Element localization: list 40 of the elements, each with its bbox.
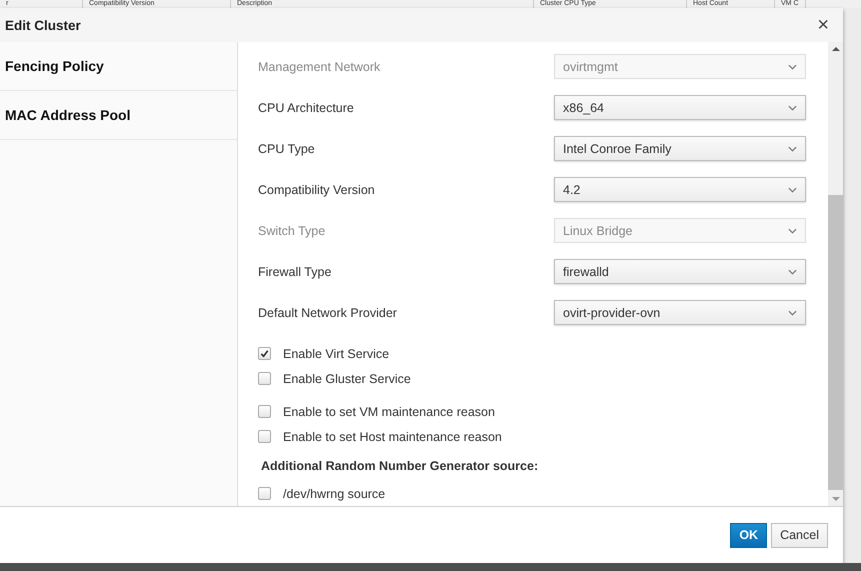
caret-icon xyxy=(788,104,797,110)
caret-icon xyxy=(788,64,797,70)
field-label: CPU Type xyxy=(258,142,315,156)
dropdown[interactable]: x86_64 xyxy=(554,95,806,120)
checkbox[interactable] xyxy=(258,430,271,443)
checkbox-label: Enable Virt Service xyxy=(283,346,390,360)
ok-button[interactable]: OK xyxy=(730,522,768,548)
dropdown[interactable]: Intel Conroe Family xyxy=(554,136,806,161)
field-label: Management Network xyxy=(258,60,380,74)
checkbox[interactable] xyxy=(258,487,271,500)
scroll-up-icon[interactable] xyxy=(832,46,840,52)
checkbox[interactable] xyxy=(258,347,271,360)
caret-icon xyxy=(788,228,797,234)
close-button[interactable]: × xyxy=(813,14,833,36)
scrollbar-thumb[interactable] xyxy=(828,195,843,490)
sidebar-item[interactable]: Fencing Policy xyxy=(0,42,237,91)
checkbox-label: /dev/hwrng source xyxy=(283,486,386,500)
checkbox-label: Enable to set Host maintenance reason xyxy=(283,430,502,444)
caret-icon xyxy=(788,310,797,316)
checkbox-label: Enable to set VM maintenance reason xyxy=(283,404,495,418)
sidebar-item[interactable]: MAC Address Pool xyxy=(0,91,237,140)
dropdown[interactable]: 4.2 xyxy=(554,177,806,202)
field-label: Compatibility Version xyxy=(258,182,375,196)
checkbox-label: Enable Gluster Service xyxy=(283,372,411,386)
scrollbar[interactable] xyxy=(828,42,843,506)
cancel-button[interactable]: Cancel xyxy=(771,522,828,548)
dropdown[interactable]: ovirt-provider-ovn xyxy=(554,300,806,325)
section-heading: Additional Random Number Generator source: xyxy=(260,458,540,475)
field-label: Firewall Type xyxy=(258,264,332,278)
caret-icon xyxy=(788,146,797,152)
caret-icon xyxy=(788,186,797,192)
field-label: CPU Architecture xyxy=(258,100,354,114)
field-label: Default Network Provider xyxy=(258,306,397,320)
dialog-title: Edit Cluster xyxy=(5,18,81,32)
dropdown[interactable]: firewalld xyxy=(554,259,806,284)
field-label: Switch Type xyxy=(258,224,326,238)
checkbox[interactable] xyxy=(258,405,271,418)
scroll-down-icon[interactable] xyxy=(832,496,840,502)
checkbox[interactable] xyxy=(258,372,271,385)
caret-icon xyxy=(788,268,797,274)
